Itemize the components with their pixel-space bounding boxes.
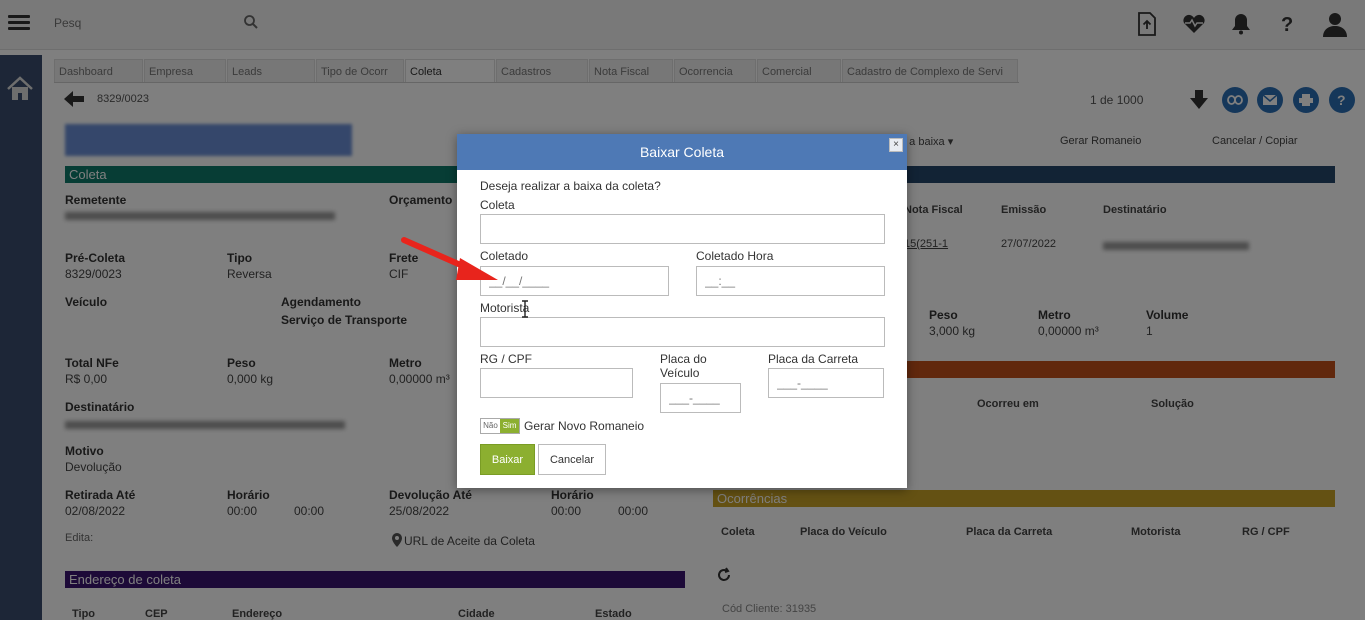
rg-cpf-label: RG / CPF bbox=[480, 352, 533, 366]
placa-carreta-label: Placa da Carreta bbox=[768, 352, 859, 366]
coleta-label: Coleta bbox=[480, 198, 515, 212]
placa-veiculo-label: Placa do Veículo bbox=[660, 352, 707, 380]
coletado-hora-label: Coletado Hora bbox=[696, 249, 774, 263]
gerar-romaneio-label: Gerar Novo Romaneio bbox=[524, 419, 645, 433]
gerar-romaneio-toggle[interactable]: Não Sim bbox=[480, 418, 520, 434]
rg-cpf-input[interactable] bbox=[480, 368, 633, 398]
dialog-title: Baixar Coleta bbox=[457, 134, 907, 170]
coleta-input[interactable] bbox=[480, 214, 885, 244]
dialog-question: Deseja realizar a baixa da coleta? bbox=[480, 179, 661, 193]
close-icon[interactable]: × bbox=[889, 138, 903, 152]
coletado-hora-input[interactable] bbox=[696, 266, 885, 296]
text-cursor-icon bbox=[522, 300, 528, 318]
red-arrow-annotation bbox=[401, 237, 498, 280]
baixar-button[interactable]: Baixar bbox=[480, 444, 535, 475]
toggle-off-label: Não bbox=[481, 419, 500, 433]
cancelar-button[interactable]: Cancelar bbox=[538, 444, 606, 475]
toggle-on-label: Sim bbox=[500, 419, 519, 433]
motorista-input[interactable] bbox=[480, 317, 885, 347]
placa-carreta-input[interactable] bbox=[768, 368, 884, 398]
placa-veiculo-input[interactable] bbox=[660, 383, 741, 413]
